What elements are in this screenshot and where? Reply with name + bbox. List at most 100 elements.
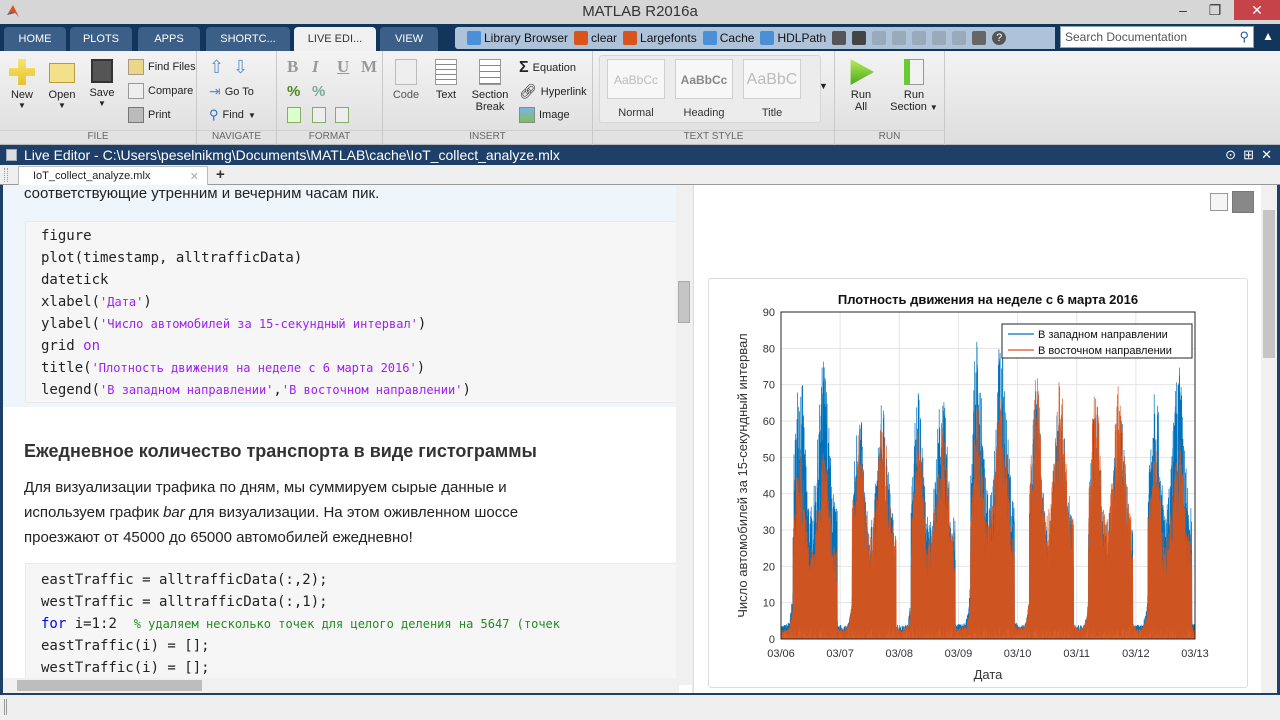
output-right-icon[interactable]	[1232, 191, 1254, 213]
code-line: westTraffic = alltrafficData(:,1);	[41, 594, 328, 610]
editor-horizontal-scrollbar[interactable]	[3, 678, 679, 693]
x-axis-label: Дата	[974, 667, 1004, 682]
section-heading: Ежедневное количество транспорта в виде …	[24, 441, 537, 461]
output-vertical-scrollbar[interactable]	[1261, 185, 1277, 693]
hyperlink-button[interactable]: 🔗︎ Hyperlink	[519, 83, 587, 100]
x-tick-label: 03/08	[886, 648, 914, 660]
library-browser-icon	[467, 31, 481, 45]
style-heading-preview[interactable]: AaBbCc	[675, 59, 733, 99]
panel-actions-icon[interactable]: ⊙	[1225, 145, 1236, 165]
smart-indent-icon[interactable]	[287, 107, 301, 123]
open-button[interactable]: Open ▼	[46, 59, 78, 110]
code-line: eastTraffic(i) = [];	[41, 638, 210, 654]
italic-button[interactable]: I	[312, 57, 319, 77]
insert-code-button[interactable]: Code	[389, 59, 423, 101]
code-line: legend('В западном направлении','В восто…	[41, 382, 471, 398]
style-gallery-expand-icon[interactable]: ▼	[819, 81, 828, 91]
chart-title: Плотность движения на неделе с 6 марта 2…	[838, 292, 1138, 307]
arrow-down-icon[interactable]: ⇩	[233, 57, 248, 78]
comment-icon[interactable]: %	[287, 83, 300, 100]
search-documentation-input[interactable]: Search Documentation ⚲	[1060, 26, 1254, 48]
style-title-preview[interactable]: AaBbC	[743, 59, 801, 99]
monospace-button[interactable]: M	[361, 57, 377, 77]
new-button[interactable]: New ▼	[6, 59, 38, 110]
doc-tab-iot-collect-analyze[interactable]: IoT_collect_analyze.mlx ✕	[18, 166, 208, 186]
editor-vertical-scrollbar[interactable]	[676, 185, 692, 685]
insert-text-button[interactable]: Text	[429, 59, 463, 101]
save-button[interactable]: Save ▼	[86, 59, 118, 108]
run-all-button[interactable]: Run All	[841, 59, 881, 113]
new-shortcut-icon[interactable]	[832, 31, 847, 45]
close-panel-icon[interactable]: ✕	[1261, 145, 1272, 165]
scroll-thumb[interactable]	[17, 680, 202, 691]
cut-icon[interactable]	[872, 31, 887, 45]
section-break-button[interactable]: Section Break	[469, 59, 511, 113]
style-normal-preview[interactable]: AaBbCc	[607, 59, 665, 99]
grip-icon[interactable]	[4, 168, 8, 182]
style-normal-label[interactable]: Normal	[607, 107, 665, 119]
window-title: MATLAB R2016a	[582, 3, 698, 20]
shortcut-hdlpath[interactable]: HDLPath	[760, 31, 826, 45]
output-inline-icon[interactable]	[1210, 193, 1228, 211]
run-play-icon	[850, 59, 874, 85]
scroll-thumb[interactable]	[678, 281, 690, 323]
close-window-button[interactable]: ✕	[1234, 0, 1280, 20]
code-line: title('Плотность движения на неделе с 6 …	[41, 360, 426, 376]
outdent-icon[interactable]	[335, 107, 349, 123]
goto-button[interactable]: ⇥ Go To	[209, 83, 254, 100]
tab-home[interactable]: HOME	[4, 27, 66, 51]
live-editor-title: Live Editor - C:\Users\peselnikmg\Docume…	[24, 147, 560, 163]
close-tab-icon[interactable]: ✕	[190, 170, 199, 183]
status-bar	[0, 693, 1280, 720]
restore-button[interactable]: ❐	[1200, 0, 1230, 20]
switch-windows-icon[interactable]	[972, 31, 987, 45]
find-files-button[interactable]: Find Files	[128, 59, 196, 75]
find-button[interactable]: ⚲ Find ▼	[209, 107, 256, 123]
search-icon[interactable]: ⚲	[1239, 29, 1249, 45]
undock-icon[interactable]: ⊞	[1243, 145, 1254, 165]
live-editor-code-pane[interactable]: соответствующие утренним и вечерним часа…	[0, 185, 692, 693]
document-tabs: IoT_collect_analyze.mlx ✕ +	[0, 165, 1280, 186]
scroll-thumb[interactable]	[1263, 210, 1275, 358]
print-button[interactable]: Print	[128, 107, 171, 123]
intro-text: соответствующие утренним и вечерним часа…	[24, 185, 380, 202]
x-tick-label: 03/06	[767, 648, 795, 660]
style-heading-label[interactable]: Heading	[675, 107, 733, 119]
tab-plots[interactable]: PLOTS	[70, 27, 132, 51]
bold-button[interactable]: B	[287, 57, 298, 77]
collapse-toolstrip-icon[interactable]: ▲	[1262, 29, 1274, 43]
indent-icon[interactable]	[312, 107, 326, 123]
uncomment-icon[interactable]: %	[312, 83, 325, 100]
style-title-label[interactable]: Title	[743, 107, 801, 119]
help-icon[interactable]: ?	[992, 31, 1007, 45]
code-block-traffic[interactable]: eastTraffic = alltrafficData(:,2); westT…	[25, 563, 679, 693]
paste-icon[interactable]	[912, 31, 927, 45]
copy-icon[interactable]	[892, 31, 907, 45]
dropdown-arrow-icon: ▼	[58, 101, 66, 110]
shortcut-clear[interactable]: clear	[574, 31, 617, 45]
shortcut-largefonts[interactable]: Largefonts	[623, 31, 697, 45]
image-button[interactable]: Image	[519, 107, 570, 123]
tab-live-editor[interactable]: LIVE EDI...	[294, 27, 376, 51]
tab-apps[interactable]: APPS	[138, 27, 200, 51]
shortcut-cache[interactable]: Cache	[702, 31, 754, 45]
tab-view[interactable]: VIEW	[380, 27, 438, 51]
equation-button[interactable]: Σ Equation	[519, 59, 576, 77]
arrow-up-icon[interactable]: ⇧	[209, 57, 224, 78]
code-block-plot[interactable]: figure plot(timestamp, alltrafficData) d…	[25, 221, 679, 403]
minimize-button[interactable]: ‒	[1168, 0, 1198, 20]
run-section-button[interactable]: Run Section ▼	[887, 59, 941, 113]
save-icon[interactable]	[852, 31, 867, 45]
undo-icon[interactable]	[932, 31, 947, 45]
new-tab-button[interactable]: +	[216, 166, 225, 183]
shortcut-library-browser[interactable]: Library Browser	[467, 31, 568, 45]
live-editor-icon	[6, 149, 17, 161]
y-tick-label: 70	[763, 380, 775, 392]
tab-shortcuts[interactable]: SHORTC...	[206, 27, 290, 51]
dropdown-arrow-icon: ▼	[18, 101, 26, 110]
y-tick-label: 50	[763, 452, 775, 464]
compare-button[interactable]: Compare	[128, 83, 193, 99]
redo-icon[interactable]	[952, 31, 967, 45]
underline-button[interactable]: U	[337, 57, 349, 77]
status-grip-icon[interactable]	[4, 699, 14, 715]
